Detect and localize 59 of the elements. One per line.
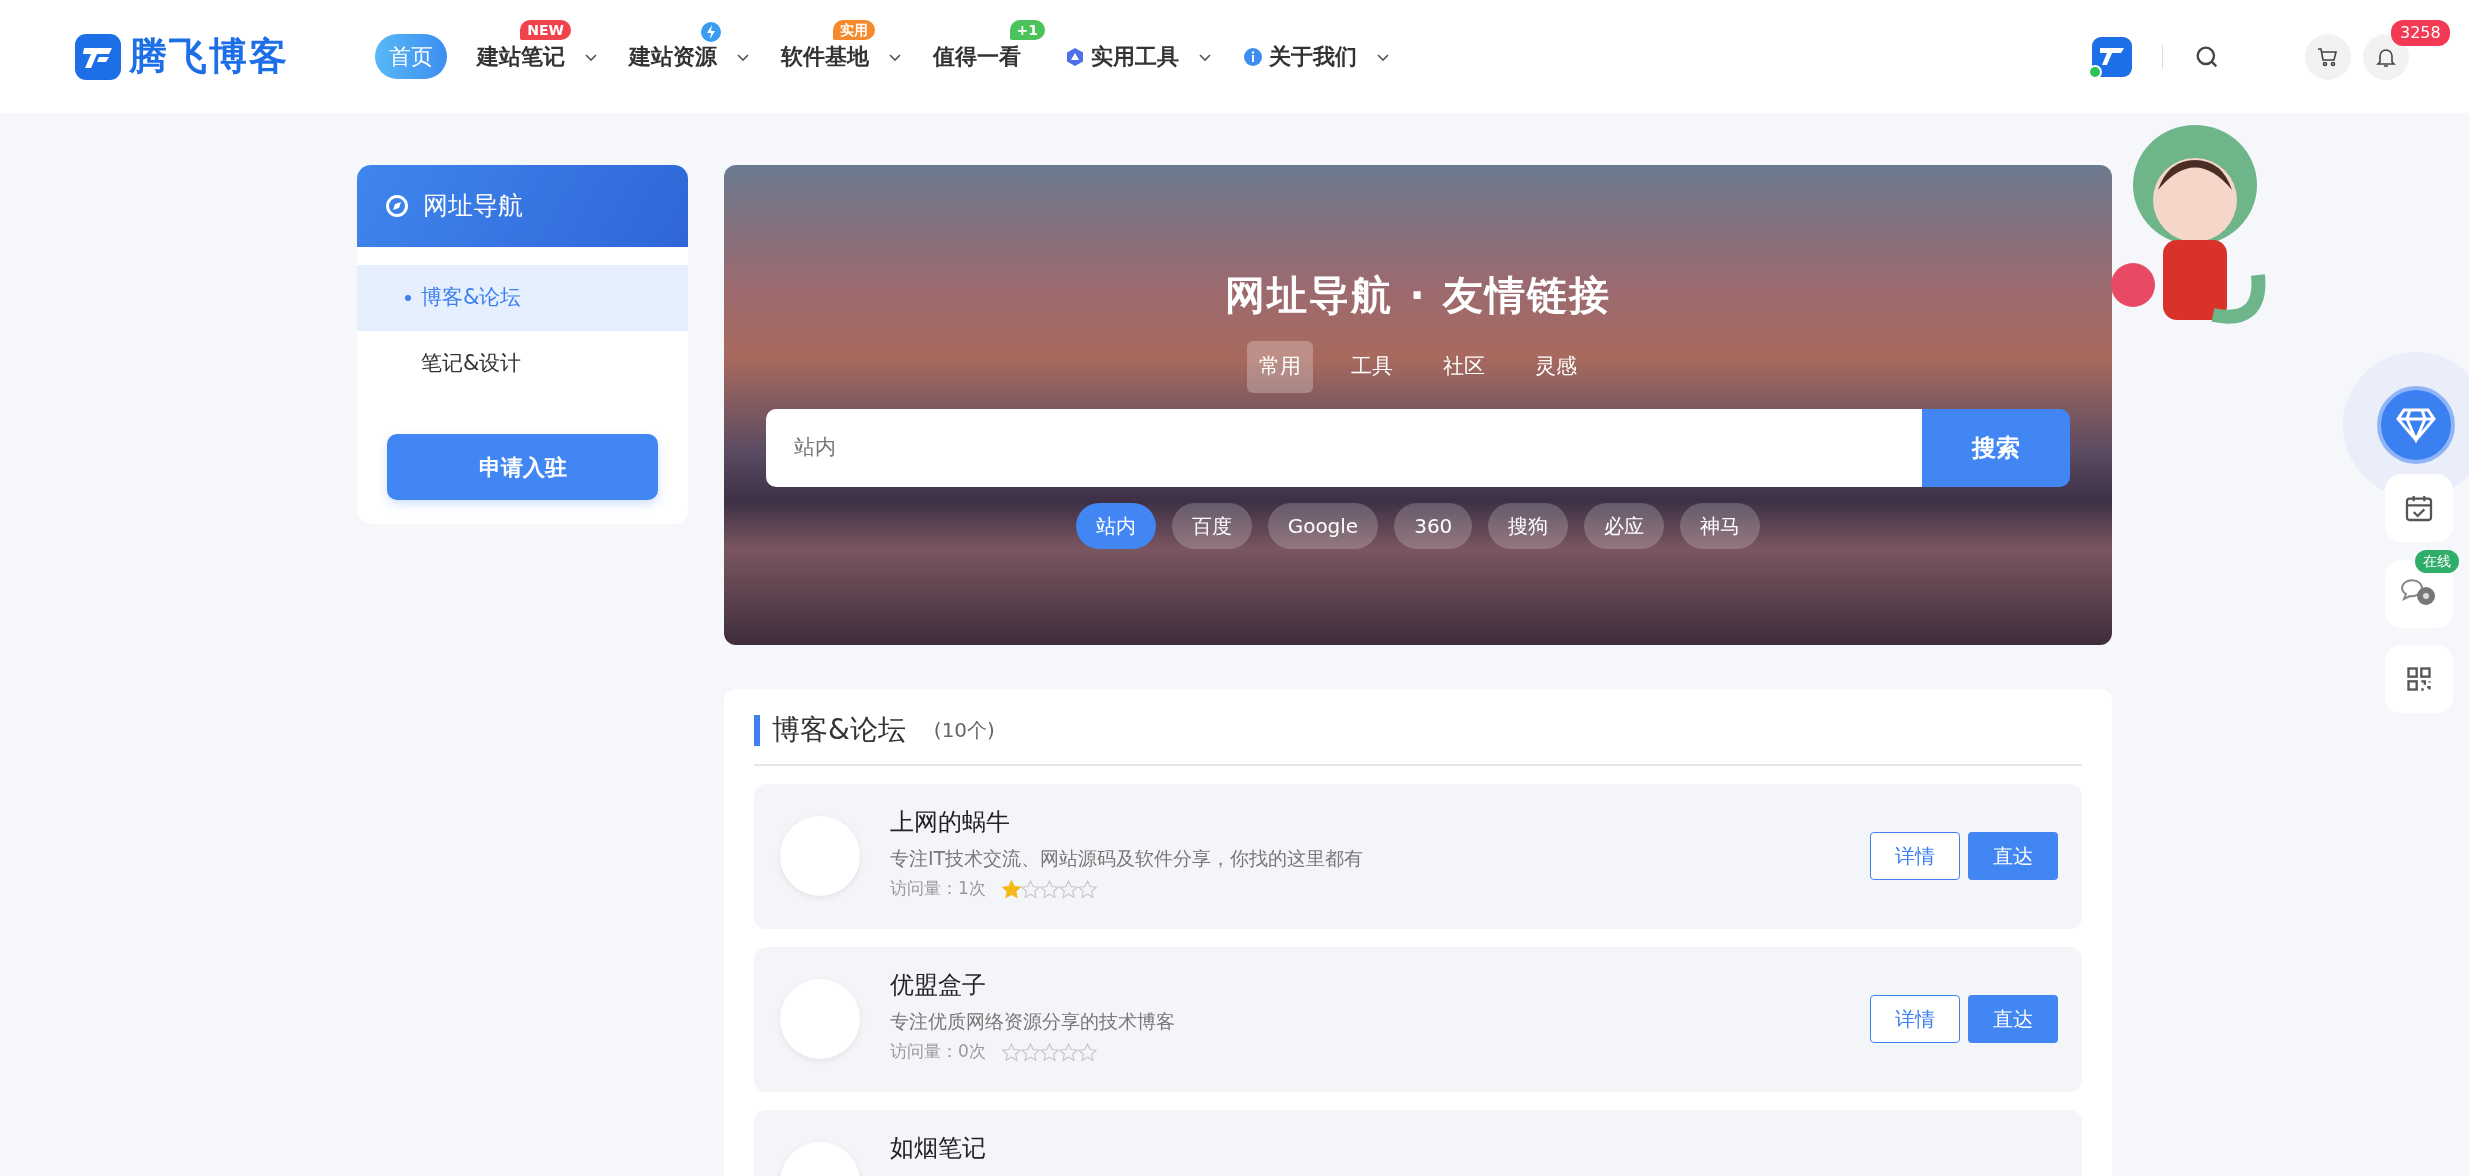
checkin-button[interactable] [2385, 474, 2453, 542]
search-engine-pill[interactable]: 百度 [1171, 502, 1252, 549]
notification-count: 3258 [2391, 19, 2450, 46]
nav-badge: NEW [520, 20, 571, 40]
category-tab[interactable]: 工具 [1339, 341, 1405, 393]
diamond-icon [2396, 407, 2436, 443]
sidebar-item[interactable]: 博客&论坛 [357, 265, 688, 331]
qr-code-icon [2405, 665, 2433, 693]
cart-button[interactable] [2305, 33, 2351, 80]
empty-star-icon [1058, 1042, 1078, 1062]
empty-star-icon [1020, 1042, 1040, 1062]
online-badge: 在线 [2415, 550, 2459, 573]
empty-star-icon [1077, 879, 1097, 899]
visit-count: 访问量：1次 [890, 877, 986, 901]
details-button[interactable]: 详情 [1870, 995, 1960, 1044]
search-button[interactable]: 搜索 [1922, 408, 2070, 487]
site-name[interactable]: 优盟盒子 [890, 966, 1840, 1003]
nav-link-item[interactable]: 首页 [375, 34, 447, 79]
empty-star-icon [1001, 1042, 1021, 1062]
apply-button[interactable]: 申请入驻 [387, 434, 658, 500]
hexagon-icon [1065, 46, 1085, 67]
site-logo-text[interactable]: 腾飞博客 [129, 28, 289, 85]
compass-icon [385, 194, 409, 218]
empty-star-icon [1039, 879, 1059, 899]
visit-button[interactable]: 直达 [1968, 832, 2058, 881]
site-name[interactable]: 上网的蜗牛 [890, 803, 1840, 840]
search-engine-pill[interactable]: 站内 [1075, 502, 1156, 549]
item-count: (10个) [933, 717, 995, 745]
empty-star-icon [1039, 1042, 1059, 1062]
search-engine-pill[interactable]: 必应 [1584, 502, 1665, 549]
nav-link-item[interactable]: 关于我们 [1229, 34, 1371, 79]
qr-code-button[interactable] [2385, 645, 2453, 713]
category-tab[interactable]: 灵感 [1523, 341, 1589, 393]
search-engine-pill[interactable]: 神马 [1680, 502, 1761, 549]
site-description: 专注IT技术交流、网站源码及软件分享，你找的这里都有 [890, 845, 1365, 871]
sidebar-title: 网址导航 [423, 190, 523, 223]
section-title: 博客&论坛 [754, 715, 906, 746]
user-avatar-icon [2092, 36, 2132, 77]
info-icon [1243, 46, 1263, 67]
site-description: 专注优质网络资源分享的技术博客 [890, 1008, 1176, 1034]
site-name[interactable]: 如烟笔记 [890, 1129, 2028, 1166]
visit-button[interactable]: 直达 [1968, 995, 2058, 1044]
details-button[interactable]: 详情 [1870, 832, 1960, 881]
empty-star-icon [1058, 879, 1078, 899]
search-engine-pill[interactable]: 搜狗 [1488, 502, 1569, 549]
logo-icon [75, 33, 121, 80]
nav-link-item[interactable]: 实用工具 [1051, 34, 1193, 79]
nav-badge: 实用 [833, 20, 875, 40]
visit-count: 访问量：0次 [890, 1040, 986, 1064]
search-field[interactable]: 站内 [766, 408, 1922, 487]
nav-link-item[interactable]: 建站资源 [615, 34, 731, 79]
category-tab[interactable]: 常用 [1247, 341, 1313, 393]
banner-title: 网址导航 · 友情链接 [1225, 271, 1611, 320]
search-engine-pill[interactable]: Google [1267, 502, 1379, 549]
empty-star-icon [1077, 1042, 1097, 1062]
category-tab[interactable]: 社区 [1431, 341, 1497, 393]
filled-star-icon [1001, 879, 1021, 899]
search-engine-pill[interactable]: 360 [1394, 502, 1473, 549]
nav-badge: +1 [1009, 20, 1045, 40]
